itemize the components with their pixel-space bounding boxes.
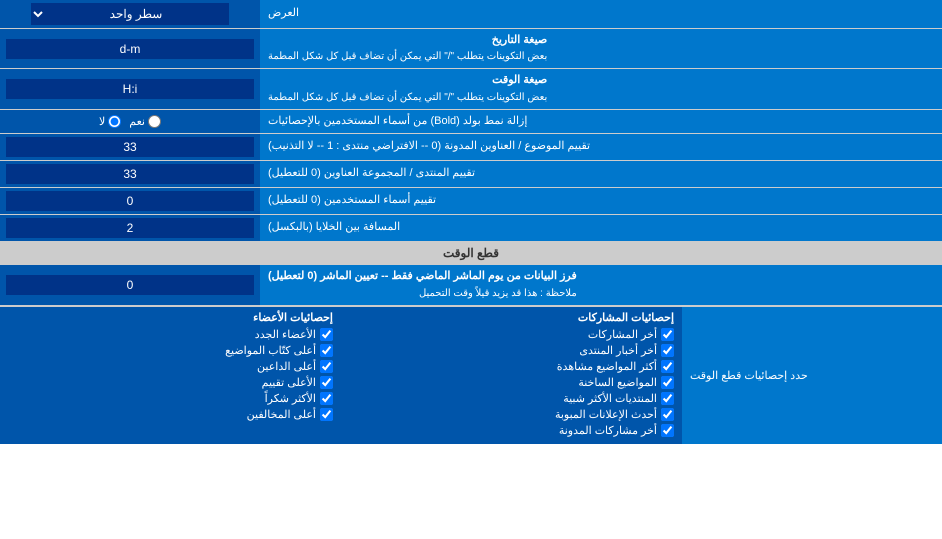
date-format-row: صيغة التاريخ بعض التكوينات يتطلب "/" الت… — [0, 29, 942, 69]
time-format-input-cell[interactable] — [0, 69, 260, 108]
bold-remove-radio-cell[interactable]: نعم لا — [0, 110, 260, 133]
topic-align-label: تقييم الموضوع / العناوين المدونة (0 -- ا… — [260, 134, 942, 160]
stat-member-1-label: الأعضاء الجدد — [255, 328, 316, 341]
stats-col-members: إحصائيات الأعضاء الأعضاء الجدد أعلى كتّا… — [0, 307, 341, 444]
forum-align-input-cell[interactable] — [0, 161, 260, 187]
date-format-input[interactable] — [6, 39, 254, 59]
stat-post-4-checkbox[interactable] — [661, 376, 674, 389]
date-format-input-cell[interactable] — [0, 29, 260, 68]
header-label: العرض — [260, 0, 942, 28]
stat-member-3-label: أعلى الداعين — [257, 360, 316, 373]
stats-section-label: حدد إحصائيات قطع الوقت — [682, 307, 942, 444]
stat-member-6[interactable]: أعلى المخالفين — [8, 408, 333, 421]
cell-spacing-row: المسافة بين الخلايا (بالبكسل) — [0, 215, 942, 242]
topic-align-input[interactable] — [6, 137, 254, 157]
display-format-select[interactable]: سطر واحدسطرينثلاثة أسطر — [31, 3, 229, 25]
stat-member-4-checkbox[interactable] — [320, 376, 333, 389]
stat-post-4[interactable]: المواضيع الساخنة — [349, 376, 674, 389]
bold-no-label[interactable]: لا — [99, 115, 121, 128]
forum-align-input[interactable] — [6, 164, 254, 184]
stat-member-2-label: أعلى كتّاب المواضيع — [225, 344, 316, 357]
display-format-cell[interactable]: سطر واحدسطرينثلاثة أسطر — [0, 0, 260, 28]
stat-post-3-checkbox[interactable] — [661, 360, 674, 373]
time-format-label: صيغة الوقت بعض التكوينات يتطلب "/" التي … — [260, 69, 942, 108]
stat-post-5-checkbox[interactable] — [661, 392, 674, 405]
stats-col1-title: إحصائيات المشاركات — [349, 311, 674, 324]
stat-member-5[interactable]: الأكثر شكراً — [8, 392, 333, 405]
stat-post-1[interactable]: أخر المشاركات — [349, 328, 674, 341]
stat-post-6-checkbox[interactable] — [661, 408, 674, 421]
stat-member-2[interactable]: أعلى كتّاب المواضيع — [8, 344, 333, 357]
stat-member-6-label: أعلى المخالفين — [247, 408, 316, 421]
bold-no-radio[interactable] — [108, 115, 121, 128]
topic-align-input-cell[interactable] — [0, 134, 260, 160]
time-cut-row: فرز البيانات من يوم الماشر الماضي فقط --… — [0, 265, 942, 305]
cell-spacing-label: المسافة بين الخلايا (بالبكسل) — [260, 215, 942, 241]
bold-remove-label: إزالة نمط بولد (Bold) من أسماء المستخدمي… — [260, 110, 942, 133]
stat-post-2-label: أخر أخبار المنتدى — [579, 344, 657, 357]
stat-post-7-checkbox[interactable] — [661, 424, 674, 437]
stat-member-2-checkbox[interactable] — [320, 344, 333, 357]
stat-post-1-label: أخر المشاركات — [588, 328, 657, 341]
stat-member-6-checkbox[interactable] — [320, 408, 333, 421]
time-format-input[interactable] — [6, 79, 254, 99]
forum-align-label: تقييم المنتدى / المجموعة العناوين (0 للت… — [260, 161, 942, 187]
stats-col2-title: إحصائيات الأعضاء — [8, 311, 333, 324]
stat-post-5-label: المنتديات الأكثر شبية — [563, 392, 657, 405]
stat-post-7-label: أخر مشاركات المدونة — [559, 424, 657, 437]
bold-yes-radio[interactable] — [148, 115, 161, 128]
stat-post-2[interactable]: أخر أخبار المنتدى — [349, 344, 674, 357]
bold-remove-row: إزالة نمط بولد (Bold) من أسماء المستخدمي… — [0, 110, 942, 134]
stat-member-3-checkbox[interactable] — [320, 360, 333, 373]
stat-member-5-label: الأكثر شكراً — [265, 392, 316, 405]
username-align-row: تقييم أسماء المستخدمين (0 للتعطيل) — [0, 188, 942, 215]
stat-post-3[interactable]: أكثر المواضيع مشاهدة — [349, 360, 674, 373]
time-cut-label: فرز البيانات من يوم الماشر الماضي فقط --… — [260, 265, 942, 304]
topic-align-row: تقييم الموضوع / العناوين المدونة (0 -- ا… — [0, 134, 942, 161]
stat-member-4[interactable]: الأعلى تقييم — [8, 376, 333, 389]
username-align-input[interactable] — [6, 191, 254, 211]
stats-columns: إحصائيات المشاركات أخر المشاركات أخر أخب… — [0, 307, 682, 444]
stat-member-1-checkbox[interactable] — [320, 328, 333, 341]
forum-align-row: تقييم المنتدى / المجموعة العناوين (0 للت… — [0, 161, 942, 188]
stat-post-3-label: أكثر المواضيع مشاهدة — [557, 360, 657, 373]
stat-post-6-label: أحدث الإعلانات المبوبة — [555, 408, 657, 421]
cell-spacing-input[interactable] — [6, 218, 254, 238]
time-cut-section-header: قطع الوقت — [0, 242, 942, 264]
stat-post-6[interactable]: أحدث الإعلانات المبوبة — [349, 408, 674, 421]
stats-col-posts: إحصائيات المشاركات أخر المشاركات أخر أخب… — [341, 307, 682, 444]
stat-post-5[interactable]: المنتديات الأكثر شبية — [349, 392, 674, 405]
username-align-label: تقييم أسماء المستخدمين (0 للتعطيل) — [260, 188, 942, 214]
stat-member-4-label: الأعلى تقييم — [262, 376, 316, 389]
stat-post-1-checkbox[interactable] — [661, 328, 674, 341]
time-cut-input-cell[interactable] — [0, 265, 260, 304]
stats-section: حدد إحصائيات قطع الوقت إحصائيات المشاركا… — [0, 306, 942, 444]
time-cut-section-header-row: قطع الوقت — [0, 242, 942, 265]
cell-spacing-input-cell[interactable] — [0, 215, 260, 241]
username-align-input-cell[interactable] — [0, 188, 260, 214]
stat-post-7[interactable]: أخر مشاركات المدونة — [349, 424, 674, 437]
stat-post-2-checkbox[interactable] — [661, 344, 674, 357]
time-format-row: صيغة الوقت بعض التكوينات يتطلب "/" التي … — [0, 69, 942, 109]
stat-member-3[interactable]: أعلى الداعين — [8, 360, 333, 373]
stat-member-1[interactable]: الأعضاء الجدد — [8, 328, 333, 341]
stat-post-4-label: المواضيع الساخنة — [578, 376, 657, 389]
bold-yes-label[interactable]: نعم — [129, 115, 161, 128]
time-cut-input[interactable] — [6, 275, 254, 295]
date-format-label: صيغة التاريخ بعض التكوينات يتطلب "/" الت… — [260, 29, 942, 68]
stat-member-5-checkbox[interactable] — [320, 392, 333, 405]
